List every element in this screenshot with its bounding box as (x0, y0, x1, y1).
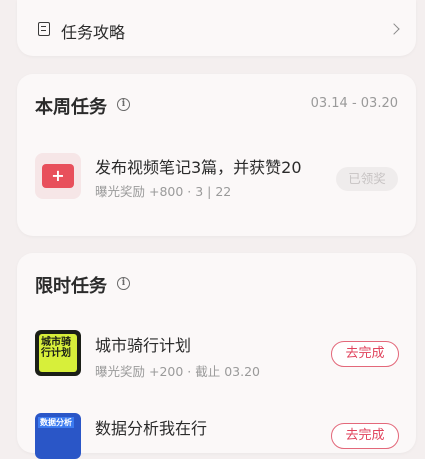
task-guide-row[interactable]: 任务攻略 (17, 0, 416, 56)
data-analysis-thumbnail: 数据分析 (35, 413, 81, 459)
info-icon[interactable]: i (117, 277, 130, 290)
weekly-tasks-title: 本周任务 (35, 97, 107, 118)
city-cycling-thumbnail-text: 城市骑行计划 (41, 337, 71, 359)
limited-task-title: 城市骑行计划 (95, 336, 192, 355)
data-analysis-thumbnail-text: 数据分析 (38, 417, 74, 428)
limited-task-title: 数据分析我在行 (95, 419, 208, 438)
limited-tasks-title: 限时任务 (35, 276, 107, 297)
date-range: 03.14 - 03.20 (310, 96, 398, 111)
task-guide-label: 任务攻略 (61, 23, 126, 42)
city-cycling-thumbnail: 城市骑行计划 (35, 330, 81, 376)
limited-task-subtitle: 曝光奖励 +200 · 截止 03.20 (95, 364, 260, 379)
weekly-tasks-card: 本周任务 i 03.14 - 03.20 + 发布视频笔记3篇，并获赞20 曝光… (17, 74, 416, 236)
video-plus-icon: + (42, 164, 74, 188)
video-note-thumbnail: + (35, 153, 81, 199)
info-icon[interactable]: i (117, 98, 130, 111)
weekly-task-title: 发布视频笔记3篇，并获赞20 (95, 158, 302, 177)
go-complete-button[interactable]: 去完成 (331, 423, 399, 449)
chevron-right-icon (388, 23, 400, 35)
claimed-button[interactable]: 已领奖 (336, 167, 398, 191)
go-complete-button[interactable]: 去完成 (331, 341, 399, 367)
document-icon (38, 22, 50, 36)
limited-tasks-card: 限时任务 i 城市骑行计划 城市骑行计划 曝光奖励 +200 · 截止 03.2… (17, 253, 416, 459)
weekly-task-subtitle: 曝光奖励 +800 · 3 | 22 (95, 184, 232, 199)
